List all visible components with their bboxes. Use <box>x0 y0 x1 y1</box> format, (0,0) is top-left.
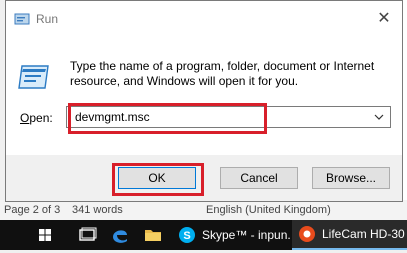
file-explorer-button[interactable] <box>138 220 168 250</box>
start-button[interactable] <box>30 220 60 250</box>
title-bar[interactable]: Run ✕ <box>6 1 402 35</box>
edge-button[interactable] <box>105 220 135 250</box>
dialog-title: Run <box>36 12 59 26</box>
camera-icon <box>299 226 315 242</box>
close-button[interactable]: ✕ <box>372 7 396 31</box>
edge-icon <box>113 230 127 243</box>
task-view-button[interactable] <box>72 220 102 250</box>
browse-button[interactable]: Browse... <box>312 167 390 189</box>
taskbar-app-label: Skype™ - inpun... <box>202 228 290 242</box>
skype-icon: S <box>179 227 195 243</box>
page-count: Page 2 of 3 <box>4 204 61 216</box>
run-program-icon <box>18 65 49 89</box>
word-status-bar: Page 2 of 3 341 words English (United Ki… <box>0 200 407 220</box>
dialog-footer: OK Cancel Browse... <box>6 155 402 201</box>
dialog-body: Type the name of a program, folder, docu… <box>6 35 402 155</box>
word-count: 341 words <box>72 204 123 216</box>
windows-icon <box>39 229 51 241</box>
open-label-accesskey: O <box>20 111 30 125</box>
language-indicator: English (United Kingdom) <box>206 204 331 216</box>
taskbar-app-lifecam[interactable]: LifeCam HD-30 <box>292 220 407 250</box>
folder-icon <box>145 230 161 241</box>
run-icon <box>14 13 30 25</box>
svg-text:S: S <box>183 230 190 242</box>
taskbar-app-label: LifeCam HD-30 <box>322 227 405 241</box>
task-view-icon <box>79 227 97 241</box>
dialog-description: Type the name of a program, folder, docu… <box>70 59 375 88</box>
run-dialog: Run ✕ Type the name of a program, folder… <box>5 0 403 202</box>
open-label: Open: <box>20 111 53 125</box>
close-icon: ✕ <box>377 10 391 27</box>
cancel-button[interactable]: Cancel <box>220 167 298 189</box>
open-label-text: pen: <box>29 111 53 125</box>
taskbar-app-skype[interactable]: S Skype™ - inpun... <box>172 220 290 250</box>
ok-button[interactable]: OK <box>118 167 196 189</box>
chevron-down-icon[interactable] <box>372 109 386 125</box>
input-highlight-box <box>68 103 267 134</box>
taskbar: S Skype™ - inpun... LifeCam HD-30 <box>0 220 407 250</box>
